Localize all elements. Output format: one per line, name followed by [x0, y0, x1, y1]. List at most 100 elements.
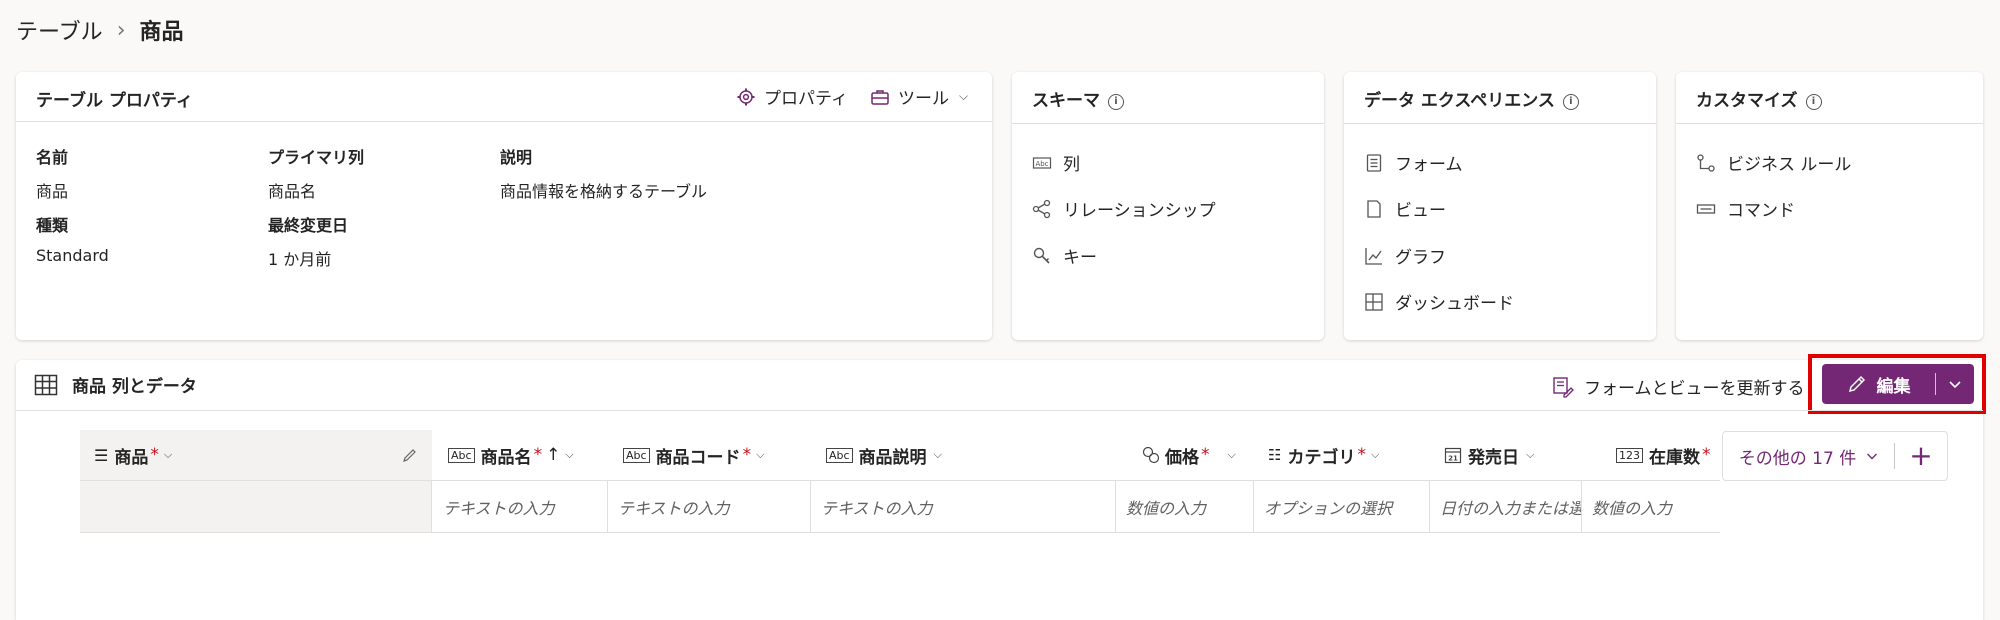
required-indicator: *: [742, 445, 752, 465]
breadcrumb-parent[interactable]: テーブル: [16, 14, 103, 46]
name-label: 名前: [36, 148, 69, 167]
schema-title-text: スキーマ: [1032, 91, 1100, 111]
info-icon[interactable]: i: [1562, 94, 1579, 110]
svg-text:Abc: Abc: [1035, 160, 1048, 168]
description-label: 説明: [500, 148, 533, 167]
edit-pencil-icon[interactable]: [402, 447, 418, 463]
column-header-label: 商品説明: [858, 447, 927, 468]
primary-column-value: 商品名: [268, 182, 317, 201]
customize-item-commands[interactable]: コマンド: [1696, 196, 1795, 221]
edit-button[interactable]: 編集: [1822, 364, 1935, 404]
price-input[interactable]: 数値の入力: [1116, 481, 1254, 532]
key-icon: [1033, 247, 1050, 264]
customize-title: カスタマイズ i: [1696, 86, 1822, 111]
chevron-down-icon: ⌵: [756, 448, 765, 461]
sort-ascending-icon: ↑: [546, 445, 561, 465]
description-value: 商品情報を格納するテーブル: [500, 182, 708, 201]
chevron-down-icon: ⌵: [933, 448, 942, 461]
properties-button-label: プロパティ: [764, 89, 848, 109]
data-experience-item-dashboards[interactable]: ダッシュボード: [1364, 289, 1514, 314]
card-divider: [1344, 123, 1656, 124]
product-cell: [80, 481, 432, 532]
currency-icon: [1142, 446, 1160, 464]
edit-dropdown-button[interactable]: [1936, 364, 1974, 404]
columns-data-header: 商品 列とデータ: [34, 372, 197, 397]
column-header-product-name[interactable]: Abc 商品名 * ↑ ⌵: [448, 430, 574, 480]
schema-item-label: キー: [1063, 248, 1097, 268]
calendar-icon: 21: [1444, 447, 1462, 464]
toolbox-icon: [871, 89, 889, 105]
table-icon: [34, 374, 58, 395]
chevron-down-icon: ⌵: [1370, 448, 1380, 461]
column-header-label: 発売日: [1468, 447, 1519, 468]
customize-card: カスタマイズ i ビジネス ルール コマンド: [1676, 72, 1983, 340]
column-header-category[interactable]: ☷ カテゴリ * ⌵: [1268, 430, 1379, 480]
column-header-label: 商品: [114, 447, 149, 468]
data-experience-item-charts[interactable]: グラフ: [1364, 243, 1446, 268]
required-indicator: *: [1357, 445, 1366, 465]
schema-item-columns[interactable]: Abc 列: [1032, 150, 1080, 175]
data-experience-item-views[interactable]: ビュー: [1364, 196, 1446, 221]
abc-text-icon: Abc: [448, 447, 475, 463]
add-column-button[interactable]: +: [1895, 442, 1947, 470]
type-label: 種類: [36, 216, 69, 235]
product-description-input[interactable]: テキストの入力: [811, 481, 1116, 532]
column-header-product[interactable]: ☰ 商品 * ⌵: [94, 430, 172, 480]
stock-input[interactable]: 数値の入力: [1582, 481, 1720, 532]
breadcrumb-current: 商品: [139, 20, 184, 45]
column-header-product-description[interactable]: Abc 商品説明 ⌵: [826, 430, 942, 480]
column-header-label: 商品名: [480, 447, 532, 468]
business-rule-icon: [1697, 153, 1715, 172]
pencil-icon: [1848, 375, 1865, 393]
required-indicator: *: [1201, 445, 1210, 465]
card-divider: [16, 121, 992, 122]
abc-text-icon: Abc: [623, 447, 650, 463]
product-code-input[interactable]: テキストの入力: [608, 481, 811, 532]
more-columns-button[interactable]: その他の 17 件: [1723, 444, 1894, 469]
column-header-stock[interactable]: 123 在庫数 *: [1616, 430, 1711, 480]
edit-split-button: 編集: [1822, 364, 1974, 404]
chevron-down-icon: [1867, 453, 1878, 460]
product-name-input[interactable]: テキストの入力: [433, 481, 608, 532]
customize-title-text: カスタマイズ: [1696, 91, 1798, 111]
last-modified-value: 1 か月前: [268, 250, 332, 269]
column-header-label: 商品コード: [655, 447, 741, 468]
svg-text:21: 21: [1448, 455, 1458, 463]
column-header-label: 在庫数: [1649, 447, 1700, 468]
tools-button-label: ツール: [898, 89, 949, 109]
column-header-label: 価格: [1165, 447, 1199, 468]
more-columns-button-group: その他の 17 件 +: [1722, 431, 1948, 481]
info-icon[interactable]: i: [1805, 94, 1822, 110]
chevron-down-icon: ⌵: [163, 448, 173, 461]
schema-item-label: 列: [1063, 155, 1080, 175]
tools-button[interactable]: ツール ⌵: [870, 84, 968, 109]
data-experience-title-text: データ エクスペリエンス: [1364, 91, 1555, 111]
chevron-down-icon: [1949, 381, 1961, 389]
column-header-release-date[interactable]: 21 発売日 ⌵: [1444, 430, 1534, 480]
customize-item-label: ビジネス ルール: [1727, 155, 1852, 175]
update-form-icon: [1553, 376, 1574, 398]
table-properties-card: テーブル プロパティ プロパティ ツール ⌵ 名前 商品 種類 Standard…: [16, 72, 992, 340]
data-experience-item-forms[interactable]: フォーム: [1364, 150, 1463, 175]
schema-item-relationships[interactable]: リレーションシップ: [1032, 196, 1216, 221]
schema-item-keys[interactable]: キー: [1032, 243, 1097, 268]
data-experience-item-label: ビュー: [1395, 201, 1446, 221]
category-select[interactable]: オプションの選択: [1254, 481, 1430, 532]
data-experience-card: データ エクスペリエンス i フォーム ビュー グラフ ダッシュボード: [1344, 72, 1656, 340]
table-properties-title: テーブル プロパティ: [36, 91, 193, 111]
column-header-product-code[interactable]: Abc 商品コード * ⌵: [623, 430, 764, 480]
grid-bottom-border: [80, 532, 1720, 533]
info-icon[interactable]: i: [1108, 94, 1124, 110]
chevron-down-icon: ⌵: [959, 89, 969, 103]
column-header-price[interactable]: 価格 * ⌵: [1142, 430, 1236, 480]
customize-item-business-rules[interactable]: ビジネス ルール: [1696, 150, 1851, 175]
update-forms-views-button[interactable]: フォームとビューを更新する: [1552, 374, 1805, 399]
chart-icon: [1365, 247, 1382, 265]
choice-icon: ☷: [1268, 446, 1282, 464]
section-divider: [16, 410, 1983, 411]
properties-button[interactable]: プロパティ: [736, 84, 848, 109]
columns-data-title: 商品 列とデータ: [72, 377, 197, 397]
release-date-input[interactable]: 日付の入力または選択: [1430, 481, 1582, 532]
type-value: Standard: [36, 246, 109, 265]
abc-text-icon: Abc: [1032, 156, 1052, 169]
